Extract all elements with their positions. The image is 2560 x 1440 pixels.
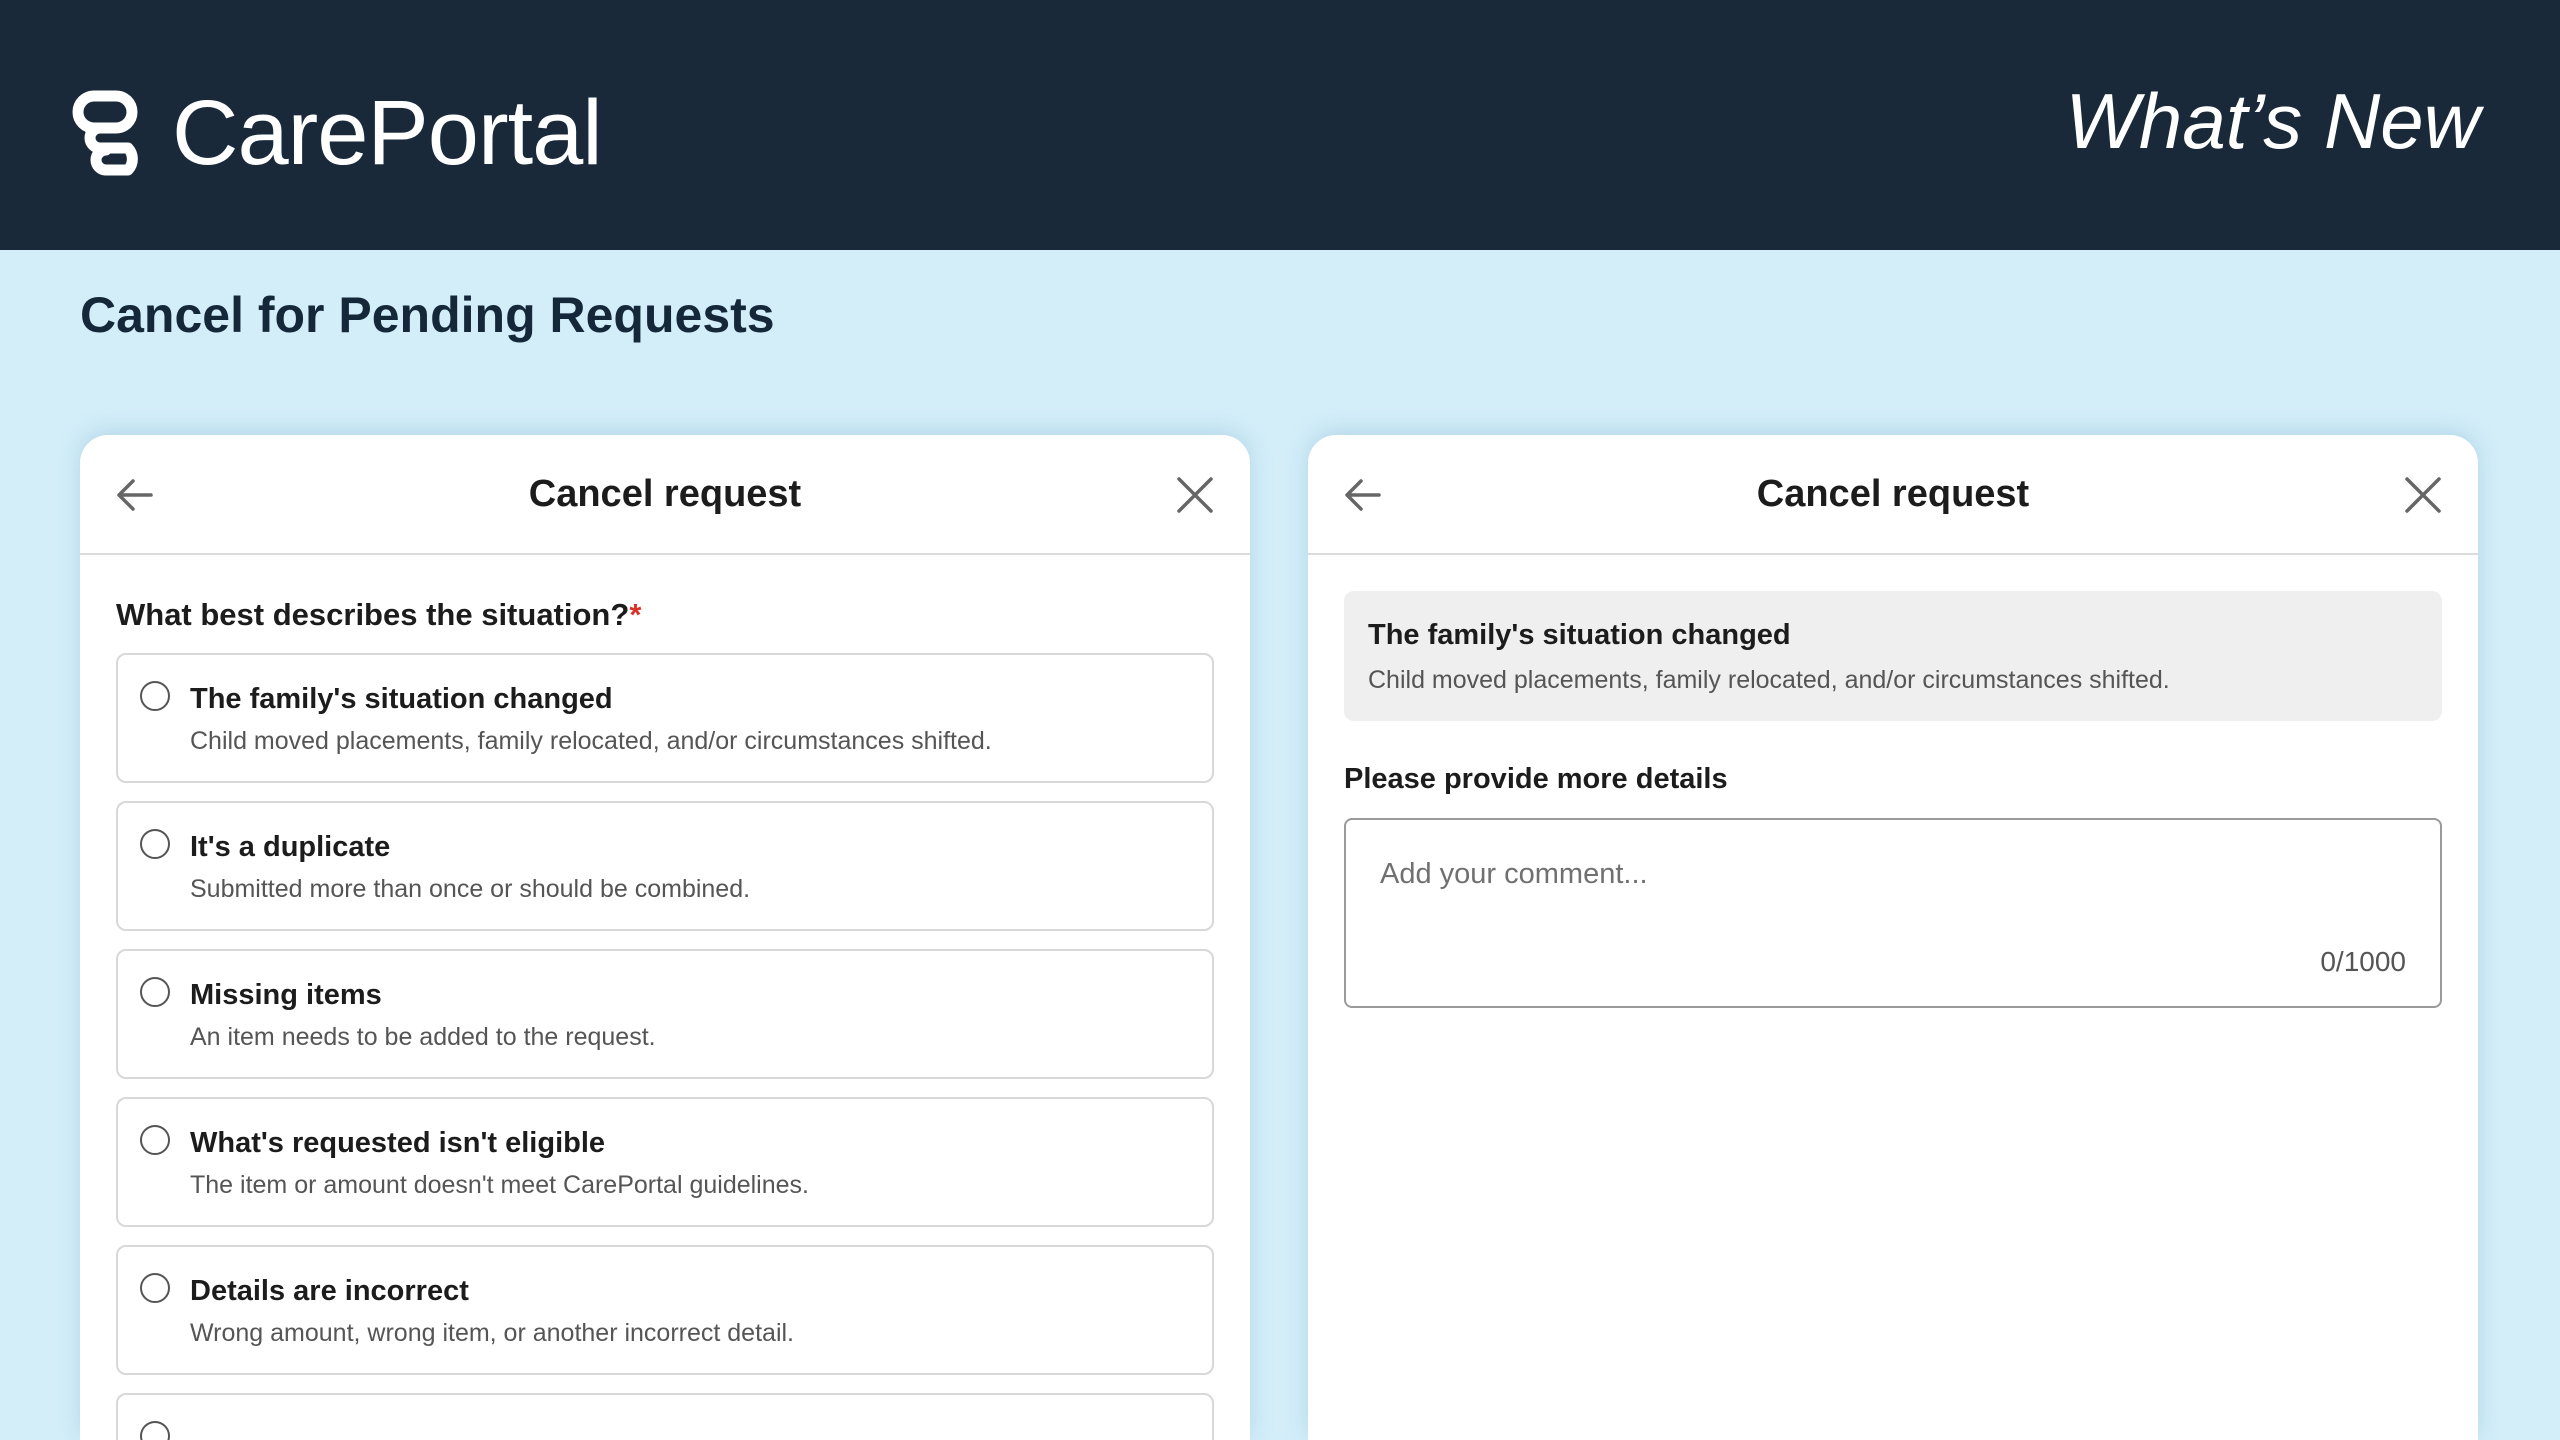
reason-title: Missing items: [190, 979, 382, 1011]
radio-button[interactable]: [140, 1421, 170, 1440]
top-banner: CarePortal What’s New: [0, 0, 2560, 250]
reason-option[interactable]: It's a duplicate Submitted more than onc…: [116, 801, 1214, 931]
selected-reason-title: The family's situation changed: [1368, 619, 1791, 651]
dialog-title: Cancel request: [528, 472, 802, 515]
selected-reason-description: Child moved placements, family relocated…: [1368, 666, 2170, 694]
comment-field: 0/1000: [1344, 818, 2442, 1008]
details-label: Please provide more details: [1344, 763, 1728, 795]
reason-title: What's requested isn't eligible: [190, 1127, 606, 1159]
character-counter: 0/1000: [2320, 946, 2406, 977]
back-button[interactable]: [1338, 470, 1388, 520]
reason-option[interactable]: [116, 1393, 1214, 1440]
question-label: What best describes the situation?*: [116, 597, 1214, 633]
careportal-logo-icon: [72, 90, 138, 176]
dialog-body: What best describes the situation?* The …: [80, 597, 1250, 1440]
question-text: What best describes the situation?: [116, 597, 630, 632]
brand-name: CarePortal: [172, 82, 603, 184]
dialog-header: Cancel request: [1308, 435, 2478, 555]
cancel-request-dialog-reasons: Cancel request What best describes the s…: [80, 435, 1250, 1440]
reason-title: Details are incorrect: [190, 1275, 469, 1307]
close-icon: [2405, 477, 2441, 513]
reason-description: An item needs to be added to the request…: [190, 1023, 656, 1051]
dialog-body: The family's situation changed Child mov…: [1308, 591, 2478, 1008]
reason-option[interactable]: Details are incorrect Wrong amount, wron…: [116, 1245, 1214, 1375]
reason-option[interactable]: The family's situation changed Child mov…: [116, 653, 1214, 783]
arrow-left-icon: [1345, 479, 1381, 511]
reason-title: It's a duplicate: [190, 831, 391, 863]
arrow-left-icon: [117, 479, 153, 511]
dialog-title: Cancel request: [1756, 472, 2030, 515]
radio-button[interactable]: [140, 1273, 170, 1303]
page-title: Cancel for Pending Requests: [80, 287, 775, 343]
reason-description: Child moved placements, family relocated…: [190, 727, 992, 755]
close-button[interactable]: [1170, 470, 1220, 520]
reason-description: Wrong amount, wrong item, or another inc…: [190, 1319, 794, 1347]
cancel-request-dialog-details: Cancel request The family's situation ch…: [1308, 435, 2478, 1440]
careportal-logo: CarePortal: [70, 82, 603, 184]
reason-option[interactable]: Missing items An item needs to be added …: [116, 949, 1214, 1079]
whats-new-heading: What’s New: [2065, 77, 2480, 165]
reason-description: Submitted more than once or should be co…: [190, 875, 751, 903]
reason-title: The family's situation changed: [190, 683, 613, 715]
reason-description: The item or amount doesn't meet CarePort…: [190, 1171, 809, 1199]
back-button[interactable]: [110, 470, 160, 520]
required-marker: *: [629, 597, 642, 632]
selected-reason-summary: The family's situation changed Child mov…: [1344, 591, 2442, 721]
close-icon: [1177, 477, 1213, 513]
reason-option[interactable]: What's requested isn't eligible The item…: [116, 1097, 1214, 1227]
radio-button[interactable]: [140, 977, 170, 1007]
close-button[interactable]: [2398, 470, 2448, 520]
radio-button[interactable]: [140, 829, 170, 859]
comment-input[interactable]: [1346, 820, 2440, 1006]
dialog-header: Cancel request: [80, 435, 1250, 555]
radio-button[interactable]: [140, 1125, 170, 1155]
radio-button[interactable]: [140, 681, 170, 711]
